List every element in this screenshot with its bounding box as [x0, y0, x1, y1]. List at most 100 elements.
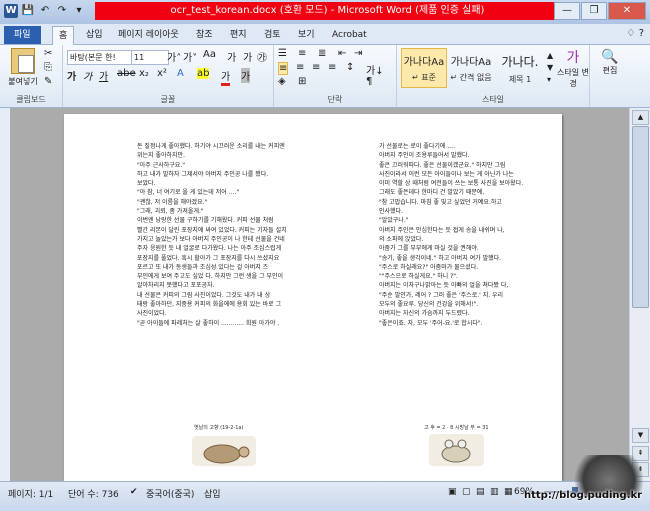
- styles-more-icon[interactable]: ▾: [547, 75, 551, 84]
- distribute-icon[interactable]: ≡: [328, 62, 336, 73]
- sort-icon[interactable]: 가↓: [366, 62, 384, 77]
- scroll-thumb[interactable]: [632, 126, 649, 308]
- format-painter-icon[interactable]: ✎: [44, 76, 52, 87]
- tab-page-layout[interactable]: 페이지 레이아웃: [112, 26, 185, 44]
- increase-indent-icon[interactable]: ⇥: [354, 48, 362, 59]
- scroll-up-icon[interactable]: ▲: [632, 110, 649, 125]
- subscript-icon[interactable]: x₂: [139, 68, 149, 79]
- char-shading-icon[interactable]: 가: [241, 68, 251, 83]
- print-layout-icon[interactable]: ▣: [448, 487, 457, 497]
- word-count[interactable]: 단어 수: 736: [68, 487, 119, 500]
- text-line: 내 선물은 커피의 그림 사진이었다. 그것도 내가 내 상: [137, 291, 271, 299]
- turtle-illustration: [192, 436, 256, 466]
- close-button[interactable]: ✕: [608, 2, 646, 20]
- text-line: "괜찮, 저 이름을 해야겠요.": [137, 198, 208, 206]
- line-spacing-icon[interactable]: ↕: [346, 62, 354, 73]
- word-app-icon[interactable]: W: [4, 4, 18, 18]
- shading-icon[interactable]: ◈: [278, 76, 286, 87]
- tab-acrobat[interactable]: Acrobat: [326, 26, 373, 44]
- change-styles-button[interactable]: 가 스타일 변경: [557, 47, 589, 89]
- text-line: 돈 질정나게 좋아했다. 하기야 시끄러운 소리를 내는 커피엔: [137, 143, 285, 150]
- save-icon[interactable]: 💾: [21, 4, 35, 18]
- tab-home[interactable]: 홈: [52, 26, 75, 45]
- editing-button[interactable]: 🔍 편집: [590, 49, 630, 76]
- font-name-combo[interactable]: 바탕(본문 한!: [67, 50, 133, 65]
- font-size-combo[interactable]: 11: [131, 50, 169, 65]
- phonetic-guide-icon[interactable]: 가: [243, 49, 252, 64]
- style-normal[interactable]: 가나다Aa ↵ 표준: [401, 48, 447, 88]
- tab-review[interactable]: 검토: [258, 26, 287, 44]
- clear-format-icon[interactable]: 가: [227, 49, 236, 64]
- tab-mailings[interactable]: 편지: [224, 26, 253, 44]
- tab-file[interactable]: 파일: [4, 26, 41, 44]
- styles-scroll-down-icon[interactable]: ▼: [547, 63, 553, 72]
- web-layout-icon[interactable]: ▤: [476, 487, 485, 497]
- change-case-icon[interactable]: Aa: [203, 49, 216, 60]
- page-count[interactable]: 페이지: 1/1: [8, 487, 53, 500]
- right-column-text: 가 선물로는 로이 좋다기에 .... 아버지 주인이 조용루들어서 말했다. …: [379, 142, 524, 328]
- decrease-indent-icon[interactable]: ⇤: [338, 48, 346, 59]
- font-color-icon[interactable]: 가: [221, 68, 231, 86]
- document-page[interactable]: 돈 질정나게 좋아했다. 하기야 시끄러운 소리를 내는 커피엔 위는지 좋아하…: [64, 114, 562, 481]
- full-screen-icon[interactable]: ▢: [462, 487, 471, 497]
- text-line: "주순 말인가, 레어 ? 그러 좋은 '주스로.' 지. 우리: [379, 291, 504, 299]
- style-heading-1[interactable]: 가나다. 제목 1: [495, 48, 545, 88]
- align-right-icon[interactable]: ≡: [312, 62, 320, 73]
- text-line: 그래도 좋은데다 한마디 건 말았기 때문에.: [379, 189, 485, 197]
- paste-icon: [11, 48, 35, 74]
- text-line: 아버지 주인이 조용루들어서 말했다.: [379, 152, 470, 160]
- text-line: 의 소파에 앉았다.: [379, 235, 424, 243]
- paste-label: 붙여넣기: [8, 77, 38, 86]
- tab-references[interactable]: 참조: [190, 26, 219, 44]
- underline-icon[interactable]: 가: [99, 68, 108, 83]
- text-effects-icon[interactable]: A: [177, 68, 184, 79]
- scroll-down-icon[interactable]: ▼: [632, 428, 649, 443]
- text-line: "아 참, 너 여기로 올 게 있는데 저어 ....": [137, 189, 240, 197]
- text-line: 하고 내가 말하자 그제서야 아버지 주인공 나를 봤다.: [137, 170, 269, 178]
- style-name: ↵ 간격 없음: [450, 73, 492, 82]
- borders-icon[interactable]: ⊞: [298, 76, 306, 87]
- multilevel-icon[interactable]: ≣: [318, 48, 326, 59]
- superscript-icon[interactable]: x²: [157, 68, 167, 79]
- align-justify-icon[interactable]: ≡: [278, 62, 289, 75]
- numbering-icon[interactable]: ≡: [298, 48, 306, 59]
- vertical-scrollbar[interactable]: ▲ ▼ ⇞ ⇟: [629, 108, 650, 481]
- proofing-icon[interactable]: ✔: [130, 487, 138, 497]
- align-center-icon[interactable]: ≡: [296, 62, 304, 73]
- text-line: "참 고맙습니다. 마침 좋 빛고 싶었던 거예요.하고: [379, 198, 502, 206]
- style-sample: 가나다Aa: [450, 57, 492, 68]
- minimize-button[interactable]: —: [554, 2, 580, 20]
- italic-icon[interactable]: 가: [83, 68, 92, 83]
- text-line: 좋은 끄러워따다. 좋은 선물이겠군요." 하지만 그림: [379, 161, 506, 169]
- style-no-spacing[interactable]: 가나다Aa ↵ 간격 없음: [447, 48, 495, 88]
- bold-icon[interactable]: 가: [67, 68, 76, 83]
- customize-qat-icon[interactable]: ▾: [72, 4, 86, 18]
- highlight-icon[interactable]: ab: [197, 68, 210, 79]
- language-indicator[interactable]: 중국어(중국): [146, 487, 194, 500]
- strikethrough-icon[interactable]: abe: [117, 68, 136, 79]
- paragraph-group: ☰ ≡ ≣ ⇤ ⇥ ≡ ≡ ≡ ≡ ↕ 가↓ ◈ ⊞ ¶ 단락: [274, 45, 397, 107]
- redo-icon[interactable]: ↷: [55, 4, 69, 18]
- tab-view[interactable]: 보기: [292, 26, 321, 44]
- quick-access-toolbar: W 💾 ↶ ↷ ▾: [4, 4, 86, 18]
- grow-font-icon[interactable]: 가˄: [167, 49, 181, 64]
- undo-icon[interactable]: ↶: [38, 4, 52, 18]
- styles-scroll-up-icon[interactable]: ▲: [547, 51, 553, 60]
- shrink-font-icon[interactable]: 가˅: [183, 49, 197, 64]
- enclose-char-icon[interactable]: ㉮: [257, 49, 267, 64]
- tab-insert[interactable]: 삽입: [80, 26, 109, 44]
- maximize-button[interactable]: ❐: [581, 2, 607, 20]
- style-sample: 가나다Aa: [403, 57, 445, 68]
- cut-icon[interactable]: ✂: [44, 48, 52, 59]
- editing-label: 편집: [602, 66, 618, 75]
- paste-button[interactable]: 붙여넣기: [6, 48, 40, 87]
- help-icon[interactable]: ♢ ?: [627, 28, 644, 39]
- show-marks-icon[interactable]: ¶: [366, 76, 372, 87]
- copy-icon[interactable]: ⎘: [44, 62, 52, 73]
- bullets-icon[interactable]: ☰: [278, 48, 287, 59]
- insert-mode[interactable]: 삽입: [204, 487, 221, 500]
- font-group-label: 글꼴: [160, 95, 176, 104]
- style-name: 제목 1: [508, 75, 532, 84]
- outline-icon[interactable]: ▥: [490, 487, 499, 497]
- draft-icon[interactable]: ▦: [504, 487, 513, 497]
